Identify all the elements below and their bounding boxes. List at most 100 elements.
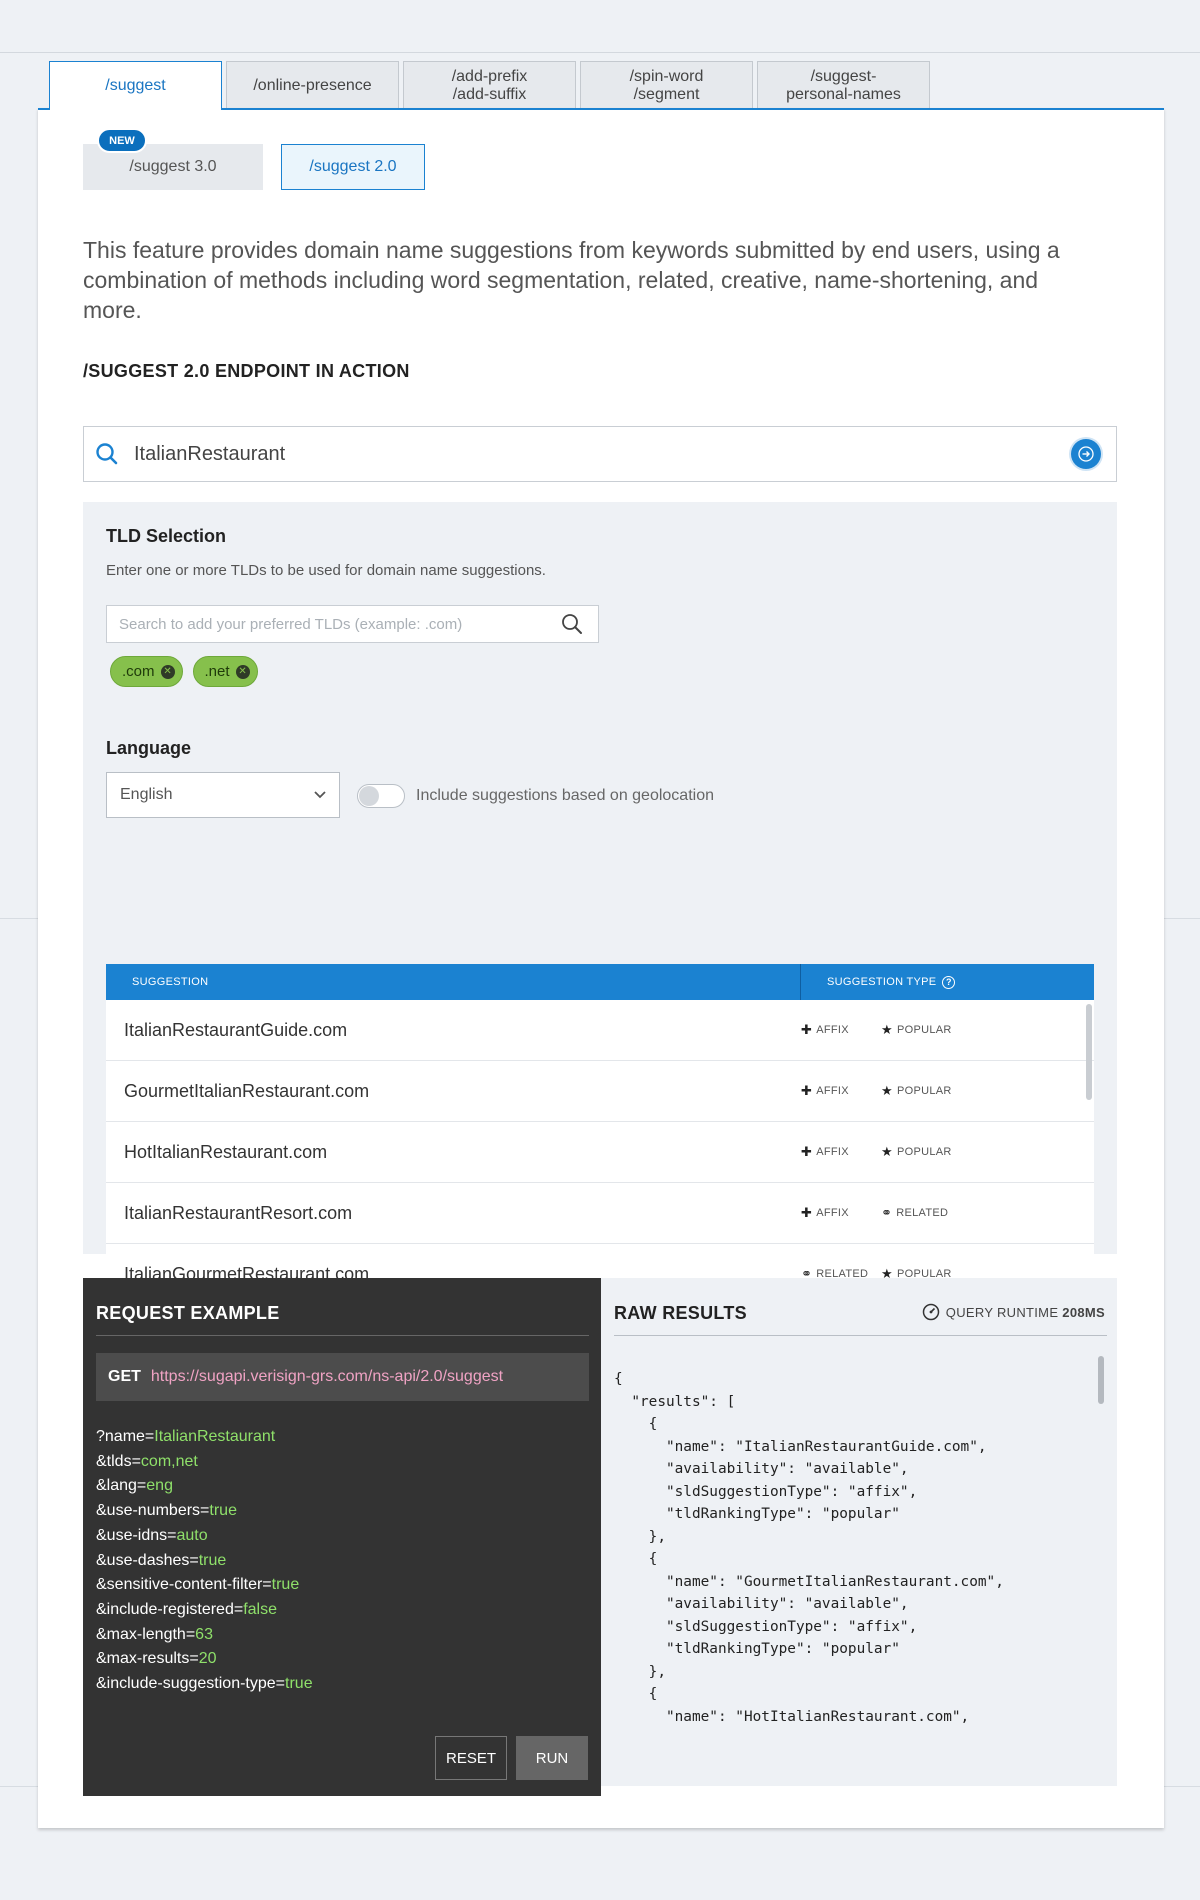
submit-arrow-icon[interactable] [1071, 439, 1101, 469]
chip-label: .com [122, 663, 155, 680]
geolocation-label: Include suggestions based on geolocation [416, 787, 714, 804]
remove-icon[interactable]: ✕ [235, 664, 250, 679]
request-param: &max-length=63 [96, 1623, 313, 1648]
param-key: &use-idns= [96, 1526, 177, 1544]
chip-label: .net [204, 663, 230, 680]
search-query[interactable]: ItalianRestaurant [134, 443, 1071, 466]
tab-online-presence[interactable]: /online-presence [226, 61, 399, 109]
suggestion-type-popular: ★POPULAR [881, 1022, 961, 1038]
tab-add-prefix-suffix[interactable]: /add-prefix /add-suffix [403, 61, 576, 109]
run-button[interactable]: RUN [516, 1736, 588, 1780]
suggestion-name: ItalianRestaurantGuide.com [124, 1019, 348, 1040]
suggestion-type-popular: ★POPULAR [881, 1083, 961, 1099]
plus-icon: ✚ [801, 1083, 813, 1098]
search-icon [96, 443, 118, 465]
param-key: &include-suggestion-type= [96, 1675, 286, 1693]
suggestion-name: HotItalianRestaurant.com [124, 1141, 328, 1162]
table-row[interactable]: HotItalianRestaurant.com ✚ AFFIX ★ POPULAR [106, 1122, 1094, 1183]
star-icon: ★ [881, 1144, 893, 1159]
tld-search-input[interactable] [119, 615, 560, 633]
suggestion-type-affix: ✚AFFIX [801, 1022, 881, 1038]
divider [614, 1335, 1107, 1336]
reset-button[interactable]: RESET [435, 1736, 507, 1780]
request-param: &include-suggestion-type=true [96, 1672, 313, 1697]
param-value: ItalianRestaurant [154, 1428, 276, 1445]
param-key: &use-dashes= [96, 1551, 199, 1569]
request-param: &use-numbers=true [96, 1499, 313, 1524]
table-row[interactable]: GourmetItalianRestaurant.com ✚ AFFIX ★ POPUL… [106, 1061, 1094, 1122]
suggestion-name: ItalianRestaurantResort.com [124, 1202, 353, 1223]
column-suggestion-type: SUGGESTION TYPE ? [801, 964, 1094, 1000]
param-value: auto [176, 1526, 208, 1544]
version-2-button[interactable]: /suggest 2.0 [281, 144, 425, 190]
tld-search-field[interactable] [106, 605, 599, 643]
suggestion-types: ✚ AFFIX ⚭ RELATED [801, 1205, 961, 1221]
main-card: /suggest 3.0 NEW /suggest 2.0 This featu… [38, 108, 1164, 1828]
help-icon[interactable]: ? [942, 975, 956, 989]
request-param: &lang=eng [96, 1474, 313, 1499]
request-param: &include-registered=false [96, 1598, 313, 1623]
language-selected: English [120, 786, 173, 803]
request-param: &sensitive-content-filter=true [96, 1573, 313, 1598]
request-url: https://sugapi.verisign-grs.com/ns-api/2… [150, 1368, 504, 1385]
tab-spin-word-segment[interactable]: /spin-word /segment [580, 61, 753, 109]
link-icon: ⚭ [881, 1205, 893, 1220]
suggestion-type-affix: ✚AFFIX [801, 1083, 881, 1099]
table-row[interactable]: ItalianRestaurantResort.com ✚ AFFIX ⚭ RELATE… [106, 1183, 1094, 1244]
request-param: &use-idns=auto [96, 1524, 313, 1549]
type-label: RELATED [896, 1207, 949, 1219]
type-label: POPULAR [896, 1146, 952, 1158]
param-key: &max-length= [96, 1625, 196, 1643]
query-runtime: QUERY RUNTIME 208MS [922, 1303, 1105, 1321]
param-value: com,net [140, 1452, 198, 1470]
plus-icon: ✚ [801, 1022, 813, 1037]
language-select[interactable]: English [106, 772, 340, 818]
param-value: true [209, 1502, 237, 1520]
param-key: &use-numbers= [96, 1502, 210, 1520]
divider [96, 1335, 589, 1336]
request-param: ?name=ItalianRestaurant [96, 1425, 313, 1450]
runtime-label: QUERY RUNTIME [945, 1304, 1059, 1320]
new-badge: NEW [97, 128, 147, 153]
language-title: Language [106, 738, 192, 758]
raw-json-output: { "results": [ { "name": "ItalianRestaur… [614, 1371, 1004, 1724]
suggestion-type-affix: ✚AFFIX [801, 1205, 881, 1221]
param-value: true [198, 1551, 227, 1569]
top-divider [0, 52, 1200, 53]
search-icon[interactable] [560, 612, 584, 636]
speedometer-icon [922, 1303, 940, 1321]
param-key: &max-results= [96, 1650, 199, 1668]
param-value: 63 [195, 1625, 213, 1643]
param-key: ?name= [96, 1428, 155, 1445]
suggestion-types: ✚AFFIX★POPULAR [801, 1022, 961, 1038]
star-icon: ★ [881, 1083, 893, 1098]
tld-help-text: Enter one or more TLDs to be used for do… [106, 562, 546, 579]
suggestion-types: ✚AFFIX★POPULAR [801, 1144, 961, 1160]
suggestion-name: GourmetItalianRestaurant.com [124, 1080, 370, 1101]
type-label: AFFIX [816, 1146, 849, 1158]
geolocation-toggle[interactable] [357, 784, 405, 808]
http-method: GET [108, 1368, 141, 1385]
param-value: eng [146, 1477, 173, 1495]
raw-scrollbar[interactable] [1098, 1356, 1104, 1404]
table-scrollbar[interactable] [1086, 1004, 1092, 1100]
type-label: AFFIX [816, 1024, 849, 1036]
table-row[interactable]: ItalianRestaurantGuide.com ✚ AFFIX ★ POPULAR [106, 1000, 1094, 1061]
table-header: SUGGESTION SUGGESTION TYPE ? [106, 964, 1094, 1000]
runtime-value: 208MS [1062, 1304, 1105, 1320]
type-label: AFFIX [816, 1207, 849, 1219]
tab-suggest-personal-names[interactable]: /suggest- personal-names [757, 61, 930, 109]
param-value: true [271, 1576, 300, 1594]
suggestion-type-related: ⚭ RELATED [881, 1205, 961, 1221]
keyword-search-bar[interactable]: ItalianRestaurant [83, 426, 1117, 482]
options-panel: TLD Selection Enter one or more TLDs to … [83, 502, 1117, 1339]
request-example-panel: REQUEST EXAMPLE GET https://sugapi.veris… [83, 1278, 601, 1796]
plus-icon: ✚ [801, 1205, 813, 1220]
tld-chips: .com ✕ .net ✕ [110, 656, 268, 687]
chevron-down-icon [314, 791, 326, 799]
remove-icon[interactable]: ✕ [160, 664, 175, 679]
tab-suggest[interactable]: /suggest [49, 61, 222, 110]
request-params: ?name=ItalianRestaurant &tlds=com,net &lan… [96, 1425, 313, 1697]
request-example-title: REQUEST EXAMPLE [96, 1303, 280, 1323]
type-label: AFFIX [816, 1085, 849, 1097]
